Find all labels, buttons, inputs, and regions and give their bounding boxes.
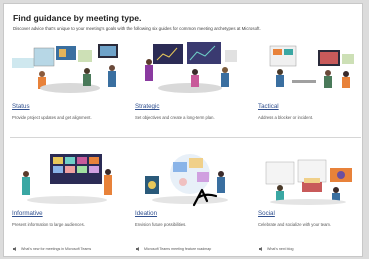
- card-status-title[interactable]: Status: [12, 103, 30, 110]
- page-subheading: Discover advice that's unique to your me…: [13, 26, 261, 31]
- footer-link-label: What's next blog: [267, 247, 294, 251]
- speaker-icon: [136, 247, 139, 251]
- pen-annotation: [192, 188, 218, 207]
- strategic-illustration: [145, 42, 237, 93]
- speaker-icon: [259, 247, 262, 251]
- card-social-description: Celebrate and socialize with your team.: [258, 222, 332, 227]
- section-divider: [10, 137, 361, 138]
- footer-link-label: Microsoft Teams meeting feature roadmap: [144, 247, 212, 251]
- card-strategic[interactable]: Strategic Set objectives and create a lo…: [135, 40, 245, 128]
- footer-link-roadmap[interactable]: Microsoft Teams meeting feature roadmap: [136, 247, 211, 251]
- card-social-title[interactable]: Social: [258, 210, 275, 217]
- tactical-illustration: [269, 45, 354, 88]
- status-illustration: [12, 44, 118, 93]
- informative-illustration: [22, 154, 112, 204]
- card-informative[interactable]: Informative Present information to large…: [12, 152, 122, 232]
- card-informative-description: Present information to large audiences.: [12, 222, 85, 227]
- card-tactical-title[interactable]: Tactical: [258, 103, 279, 110]
- guidance-panel: Find guidance by meeting type. Discover …: [3, 3, 363, 257]
- page-heading: Find guidance by meeting type.: [13, 13, 142, 23]
- social-illustration: [265, 159, 352, 205]
- card-tactical[interactable]: Tactical Address a blocker or incident.: [258, 40, 358, 128]
- card-tactical-description: Address a blocker or incident.: [258, 115, 314, 120]
- footer-link-label: What's new for meetings in Microsoft Tea…: [21, 247, 92, 251]
- card-social[interactable]: Social Celebrate and socialize with your…: [258, 152, 358, 232]
- footer-link-blog[interactable]: What's next blog: [259, 247, 293, 251]
- card-status[interactable]: Status Provide project updates and get a…: [12, 40, 122, 128]
- card-ideation-title[interactable]: Ideation: [135, 210, 157, 217]
- footer-link-whats-new[interactable]: What's new for meetings in Microsoft Tea…: [13, 247, 91, 251]
- card-ideation-description: Envision future possibilities.: [135, 222, 187, 227]
- card-status-description: Provide project updates and get alignmen…: [12, 115, 92, 120]
- card-strategic-description: Set objectives and create a long-term pl…: [135, 115, 215, 120]
- card-strategic-title[interactable]: Strategic: [135, 103, 159, 110]
- speaker-icon: [13, 247, 16, 251]
- card-informative-title[interactable]: Informative: [12, 210, 43, 217]
